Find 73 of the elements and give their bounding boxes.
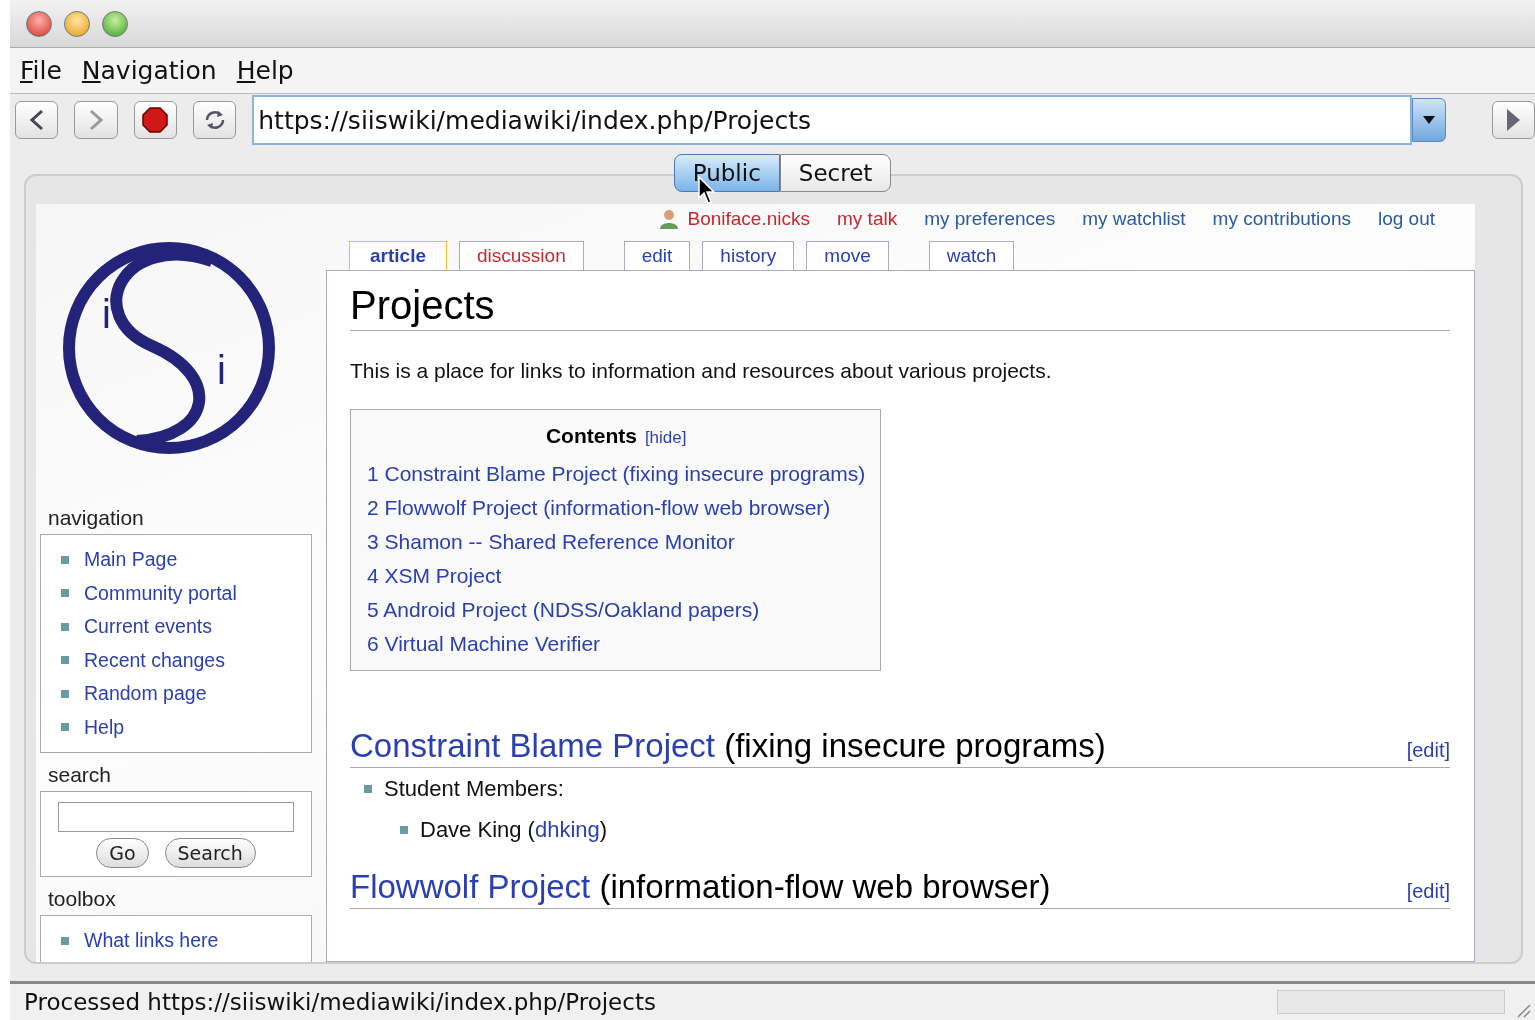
page-tab[interactable]: history [702,241,795,270]
portlet-title: search [48,763,113,787]
bullet-icon [61,936,69,945]
zoom-button[interactable] [102,10,128,37]
search-button[interactable]: Go [96,838,149,868]
go-button[interactable] [1491,101,1535,139]
caret-icon [1423,116,1435,124]
stop-icon [142,107,169,133]
back-button[interactable] [15,101,59,139]
bullet-icon [61,689,69,698]
page-tab[interactable]: watch [928,241,1015,270]
page-tab[interactable]: article [349,241,447,270]
bullet-icon [364,784,372,793]
heading-text: (fixing insecure programs) [724,727,1106,764]
edit-link[interactable]: [edit] [1406,880,1450,903]
page-title: Projects [350,283,1450,331]
heading-text: (information-flow web browser) [599,868,1051,905]
user-link[interactable]: my contributions [1212,208,1351,230]
mode-tab[interactable]: Public [673,154,780,192]
intro-text: This is a place for links to information and resources about various projects. [350,359,1053,383]
toc-link[interactable]: 2 Flowwolf Project (information-flow web browser) [367,496,866,520]
bullet-icon [61,723,69,732]
address-field[interactable]: https://siiswiki/mediawiki/index.php/Projects [252,95,1413,145]
mode-tab[interactable]: Secret [779,154,892,192]
page-tab[interactable]: move [806,241,889,270]
nav-link[interactable]: Community portal [84,581,237,605]
page-tab[interactable]: edit [623,241,691,270]
section-link[interactable]: Flowwolf Project [350,868,591,905]
portlet-title: navigation [48,506,145,530]
forward-button[interactable] [74,101,118,139]
bullet-icon [61,656,69,665]
member-text: Dave King (dhking) [420,816,608,843]
play-icon [1505,108,1522,132]
user-link[interactable]: Boniface.nicks [687,208,810,230]
user-icon [658,208,681,230]
search-field[interactable] [58,802,294,832]
nav-link[interactable]: Recent changes [84,648,225,672]
nav-link[interactable]: Help [84,715,125,739]
menu-item[interactable]: Help [236,56,294,85]
toc-link[interactable]: 4 XSM Project [367,564,866,588]
contents-title: Contents [545,424,637,448]
nav-link[interactable]: Main Page [84,548,178,572]
stop-button[interactable] [133,101,177,139]
user-link[interactable]: log out [1377,208,1435,230]
bullet-icon [400,825,408,834]
page-tab[interactable]: discussion [459,241,584,270]
bullet-icon [61,622,69,631]
portlet-title: toolbox [48,887,117,911]
user-link[interactable]: my watchlist [1082,208,1186,230]
minimize-button[interactable] [64,10,90,37]
toolbox-link[interactable]: What links here [84,929,219,953]
user-link[interactable]: dhking [534,816,600,842]
reload-button[interactable] [192,101,237,139]
toc-link[interactable]: 6 Virtual Machine Verifier [367,632,866,656]
close-button[interactable] [26,10,52,37]
nav-link[interactable]: Random page [84,682,207,706]
section-link[interactable]: Constraint Blame Project [350,727,715,764]
status-text: Processed https://siiswiki/mediawiki/index.php/Projects [24,989,656,1015]
history-dropdown[interactable] [1412,98,1446,142]
toc-link[interactable]: 5 Android Project (NDSS/Oakland papers) [367,598,866,622]
toc-link[interactable]: 1 Constraint Blame Project (fixing insecure programs) [367,462,866,486]
bullet-icon [61,589,69,598]
bullet-icon [61,555,69,564]
search-button[interactable]: Search [164,838,256,868]
user-link[interactable]: my preferences [924,208,1056,230]
hide-link[interactable]: [hide] [644,428,687,448]
edit-link[interactable]: [edit] [1406,739,1450,762]
list-text: Student Members: [384,775,564,802]
nav-link[interactable]: Current events [84,615,212,639]
menu-item[interactable]: File [20,56,62,85]
toc-link[interactable]: 3 Shamon -- Shared Reference Monitor [367,530,866,554]
user-link[interactable]: my talk [837,208,898,230]
menu-item[interactable]: Navigation [81,56,217,85]
